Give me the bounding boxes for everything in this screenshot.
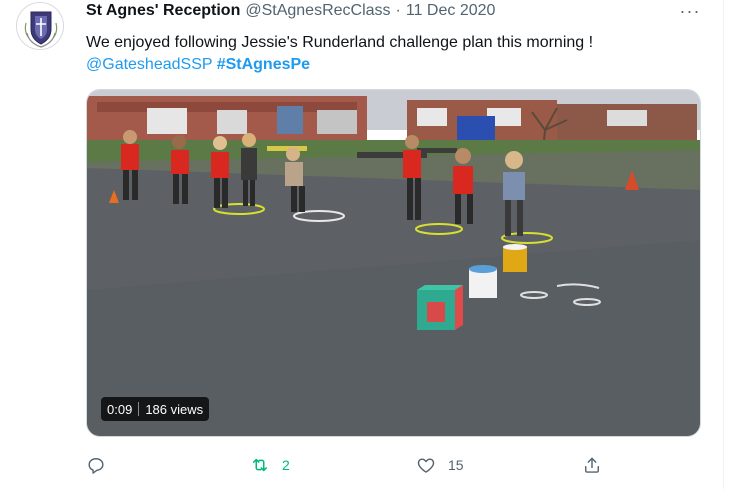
timeline-border bbox=[723, 0, 724, 489]
heart-icon bbox=[417, 458, 435, 473]
video-player[interactable]: 0:09 186 views bbox=[86, 89, 701, 437]
retweet-icon bbox=[253, 458, 267, 472]
retweet-button[interactable]: 2 bbox=[250, 452, 290, 478]
tweet-header: St Agnes' Reception @StAgnesRecClass · 1… bbox=[86, 0, 700, 22]
badge-divider bbox=[138, 402, 140, 416]
more-options-button[interactable]: ··· bbox=[673, 0, 707, 22]
video-info-badge: 0:09 186 views bbox=[101, 397, 210, 421]
hashtag-link[interactable]: #StAgnesPe bbox=[217, 56, 310, 73]
video-views: 186 views bbox=[145, 401, 204, 417]
avatar[interactable] bbox=[16, 2, 64, 50]
reply-icon bbox=[88, 458, 104, 474]
video-duration: 0:09 bbox=[107, 401, 133, 417]
tweet-date[interactable]: 11 Dec 2020 bbox=[406, 2, 496, 20]
tweet-body: We enjoyed following Jessie's Runderland… bbox=[86, 34, 594, 51]
more-horizontal-icon: ··· bbox=[679, 0, 701, 21]
mention-link[interactable]: @GatesheadSSP bbox=[86, 56, 212, 73]
share-button[interactable] bbox=[582, 452, 602, 478]
tweet-text: We enjoyed following Jessie's Runderland… bbox=[86, 32, 706, 76]
tweet-links: @GatesheadSSP #StAgnesPe bbox=[86, 54, 706, 76]
school-crest-icon bbox=[17, 3, 63, 49]
like-count: 15 bbox=[448, 457, 464, 473]
video-thumbnail bbox=[87, 90, 700, 436]
reply-button[interactable] bbox=[86, 452, 106, 478]
retweet-count: 2 bbox=[282, 457, 290, 473]
author-name[interactable]: St Agnes' Reception bbox=[86, 2, 240, 20]
author-handle[interactable]: @StAgnesRecClass bbox=[245, 2, 390, 20]
like-button[interactable]: 15 bbox=[416, 452, 464, 478]
separator-dot: · bbox=[395, 2, 401, 19]
tweet-actions: 2 15 bbox=[86, 452, 706, 478]
share-icon bbox=[585, 457, 599, 473]
